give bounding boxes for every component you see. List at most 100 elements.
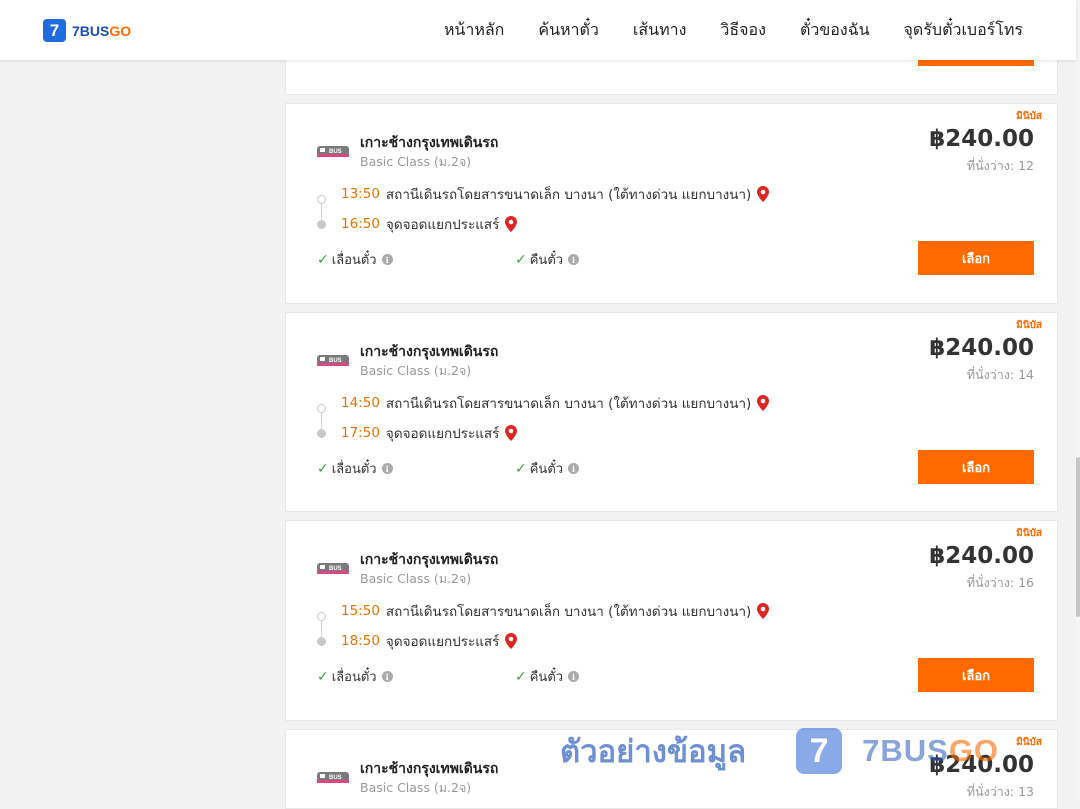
feature-refund-ticket: ✓ คืนตั๋ว i	[515, 666, 580, 687]
logo-text: 7BUSGO	[72, 23, 131, 39]
departure-place: สถานีเดินรถโดยสารขนาดเล็ก บางนา (ใต้ทางด…	[385, 604, 752, 620]
logo-text-part1: 7BUS	[72, 22, 110, 39]
check-icon: ✓	[515, 251, 527, 268]
svg-text:BUS: BUS	[329, 358, 342, 364]
service-class: Basic Class (ม.2จ)	[360, 571, 472, 586]
info-icon[interactable]: i	[568, 671, 580, 682]
trip-price: ฿240.00	[929, 335, 1034, 361]
svg-text:BUS: BUS	[329, 775, 342, 781]
nav-home[interactable]: หน้าหลัก	[444, 18, 505, 43]
route-timeline	[317, 404, 327, 438]
feature-label: เลื่อนตั๋ว	[331, 253, 377, 268]
trip-card: มินิบัส BUS เกาะช้างกรุงเทพเดินรถ Basic …	[285, 312, 1058, 512]
feature-change-ticket: ✓ เลื่อนตั๋ว i	[317, 249, 393, 270]
departure-time: 14:50	[341, 395, 380, 411]
select-button[interactable]: เลือก	[918, 241, 1034, 275]
feature-change-ticket: ✓ เลื่อนตั๋ว i	[317, 666, 393, 687]
operator-name: เกาะช้างกรุงเทพเดินรถ	[360, 552, 499, 568]
arrival-time: 17:50	[341, 425, 380, 441]
minibus-tag: มินิบัส	[1016, 111, 1042, 122]
bus-logo-icon: BUS	[317, 563, 349, 574]
check-icon: ✓	[515, 668, 527, 685]
map-pin-icon[interactable]	[505, 425, 518, 441]
map-pin-icon[interactable]	[505, 633, 518, 649]
arrival-stop: 18:50 จุดจอดแยกประแสร์	[341, 630, 518, 652]
route-timeline	[317, 195, 327, 229]
select-button[interactable]: เลือก	[918, 658, 1034, 692]
trip-card: มินิบัส BUS เกาะช้างกรุงเทพเดินรถ Basic …	[285, 729, 1058, 809]
service-class: Basic Class (ม.2จ)	[360, 154, 472, 169]
departure-stop: 14:50 สถานีเดินรถโดยสารขนาดเล็ก บางนา (ใ…	[341, 392, 770, 414]
departure-time: 15:50	[341, 603, 380, 619]
logo-text-part2: GO	[109, 22, 132, 39]
main-nav: หน้าหลัก ค้นหาตั๋ว เส้นทาง วิธีจอง ตั๋วข…	[444, 18, 1023, 43]
info-icon[interactable]: i	[381, 671, 393, 682]
departure-stop: 13:50 สถานีเดินรถโดยสารขนาดเล็ก บางนา (ใ…	[341, 183, 770, 205]
info-icon[interactable]: i	[568, 463, 580, 474]
page-scrollbar[interactable]	[1076, 0, 1080, 800]
trip-card: มินิบัส BUS เกาะช้างกรุงเทพเดินรถ Basic …	[285, 520, 1058, 721]
service-class: Basic Class (ม.2จ)	[360, 363, 472, 378]
feature-label: คืนตั๋ว	[529, 253, 564, 268]
info-icon[interactable]: i	[381, 463, 393, 474]
operator-name: เกาะช้างกรุงเทพเดินรถ	[360, 135, 499, 151]
minibus-tag: มินิบัส	[1016, 737, 1042, 748]
feature-label: เลื่อนตั๋ว	[331, 462, 377, 477]
nav-how-to-book[interactable]: วิธีจอง	[720, 18, 766, 43]
info-icon[interactable]: i	[568, 254, 580, 265]
feature-label: คืนตั๋ว	[529, 670, 564, 685]
feature-refund-ticket: ✓ คืนตั๋ว i	[515, 249, 580, 270]
svg-text:BUS: BUS	[329, 566, 342, 572]
site-logo[interactable]: 7 7BUSGO	[43, 19, 131, 42]
seats-available: ที่นั่งว่าง: 16	[966, 575, 1034, 590]
feature-label: คืนตั๋ว	[529, 462, 564, 477]
scrollbar-thumb[interactable]	[1076, 457, 1080, 617]
check-icon: ✓	[317, 668, 329, 685]
info-icon[interactable]: i	[381, 254, 393, 265]
feature-change-ticket: ✓ เลื่อนตั๋ว i	[317, 458, 393, 479]
trip-price: ฿240.00	[929, 126, 1034, 152]
trip-card: มินิบัส BUS เกาะช้างกรุงเทพเดินรถ Basic …	[285, 103, 1058, 304]
arrival-time: 18:50	[341, 633, 380, 649]
logo-icon: 7	[43, 19, 66, 42]
site-header: 7 7BUSGO หน้าหลัก ค้นหาตั๋ว เส้นทาง วิธี…	[0, 0, 1076, 60]
arrival-time: 16:50	[341, 216, 380, 232]
bus-logo-icon: BUS	[317, 355, 349, 366]
map-pin-icon[interactable]	[757, 395, 770, 411]
map-pin-icon[interactable]	[757, 186, 770, 202]
bus-logo-icon: BUS	[317, 146, 349, 157]
check-icon: ✓	[317, 251, 329, 268]
arrival-stop: 17:50 จุดจอดแยกประแสร์	[341, 422, 518, 444]
arrival-place: จุดจอดแยกประแสร์	[385, 426, 500, 442]
arrival-stop: 16:50 จุดจอดแยกประแสร์	[341, 213, 518, 235]
departure-place: สถานีเดินรถโดยสารขนาดเล็ก บางนา (ใต้ทางด…	[385, 396, 752, 412]
check-icon: ✓	[515, 460, 527, 477]
nav-my-tickets[interactable]: ตั๋วของฉัน	[800, 18, 870, 43]
departure-place: สถานีเดินรถโดยสารขนาดเล็ก บางนา (ใต้ทางด…	[385, 187, 752, 203]
service-class: Basic Class (ม.2จ)	[360, 780, 472, 795]
minibus-tag: มินิบัส	[1016, 320, 1042, 331]
seats-available: ที่นั่งว่าง: 12	[966, 158, 1034, 173]
trip-price: ฿240.00	[929, 543, 1034, 569]
map-pin-icon[interactable]	[505, 216, 518, 232]
svg-text:BUS: BUS	[329, 149, 342, 155]
minibus-tag: มินิบัส	[1016, 528, 1042, 539]
check-icon: ✓	[317, 460, 329, 477]
operator-name: เกาะช้างกรุงเทพเดินรถ	[360, 761, 499, 777]
seats-available: ที่นั่งว่าง: 14	[966, 367, 1034, 382]
route-timeline	[317, 612, 327, 646]
nav-routes[interactable]: เส้นทาง	[633, 18, 687, 43]
trip-price: ฿240.00	[929, 752, 1034, 778]
bus-logo-icon: BUS	[317, 772, 349, 783]
departure-stop: 15:50 สถานีเดินรถโดยสารขนาดเล็ก บางนา (ใ…	[341, 600, 770, 622]
map-pin-icon[interactable]	[757, 603, 770, 619]
select-button[interactable]: เลือก	[918, 450, 1034, 484]
arrival-place: จุดจอดแยกประแสร์	[385, 217, 500, 233]
nav-search-tickets[interactable]: ค้นหาตั๋ว	[538, 18, 599, 43]
feature-refund-ticket: ✓ คืนตั๋ว i	[515, 458, 580, 479]
arrival-place: จุดจอดแยกประแสร์	[385, 634, 500, 650]
nav-ticket-points[interactable]: จุดรับตั๋วเบอร์โทร	[904, 18, 1023, 43]
feature-label: เลื่อนตั๋ว	[331, 670, 377, 685]
seats-available: ที่นั่งว่าง: 13	[966, 784, 1034, 799]
departure-time: 13:50	[341, 186, 380, 202]
